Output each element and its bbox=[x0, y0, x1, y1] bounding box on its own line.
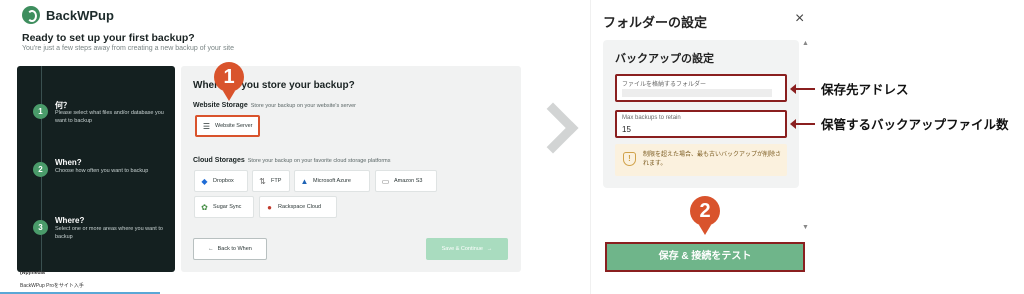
step-title: When? bbox=[55, 158, 82, 167]
warning-text: 制限を超えた場合、最も古いバックアップが削除されます。 bbox=[643, 152, 782, 167]
cloud-storage-label: Cloud Storages Store your backup on your … bbox=[193, 157, 391, 164]
ftp-icon: ⇅ bbox=[259, 176, 266, 186]
chevron-right-icon bbox=[527, 102, 579, 154]
provider-label: FTP bbox=[271, 178, 282, 184]
folder-field-label: ファイルを格納するフォルダー bbox=[622, 82, 707, 88]
back-label: Back to When bbox=[217, 246, 252, 252]
step-badge-2: 2 bbox=[690, 196, 720, 226]
dropbox-icon: ◆ bbox=[201, 176, 208, 186]
step-badge-1: 1 bbox=[214, 62, 244, 92]
arrow-left-icon bbox=[790, 118, 815, 129]
backup-settings-panel: バックアップの設定 ファイルを格納するフォルダー Max backups to … bbox=[603, 40, 799, 188]
amazon-s3-icon: ▭ bbox=[381, 176, 390, 186]
folder-field-value[interactable] bbox=[622, 89, 772, 97]
wpmedia-logo: (wp)media bbox=[20, 270, 45, 276]
annotation-max-text: 保管するバックアップファイル数 bbox=[821, 118, 1009, 132]
max-backups-field[interactable]: Max backups to retain 15 bbox=[615, 110, 787, 138]
scroll-up-icon[interactable]: ▲ bbox=[802, 40, 809, 47]
step-description: Select one or more areas where you want … bbox=[55, 226, 163, 240]
folder-field[interactable]: ファイルを格納するフォルダー bbox=[615, 74, 787, 102]
annotation-folder: 保存先アドレス bbox=[790, 79, 909, 98]
azure-button[interactable]: ▲ Microsoft Azure bbox=[294, 170, 370, 192]
back-to-when-button[interactable]: ← Back to When bbox=[193, 238, 267, 260]
rackspace-button[interactable]: ● Rackspace Cloud bbox=[259, 196, 337, 218]
arrow-left-icon bbox=[790, 83, 815, 94]
cloud-storage-heading: Cloud Storages bbox=[193, 157, 245, 164]
website-storage-heading: Website Storage bbox=[193, 102, 248, 109]
step-number: 3 bbox=[33, 220, 48, 235]
provider-label: Microsoft Azure bbox=[313, 178, 351, 184]
sugarsync-icon: ✿ bbox=[201, 202, 208, 212]
rackspace-icon: ● bbox=[267, 202, 272, 212]
arrow-left-icon: ← bbox=[208, 246, 214, 252]
ftp-button[interactable]: ⇅ FTP bbox=[252, 170, 290, 192]
dropbox-button[interactable]: ◆ Dropbox bbox=[194, 170, 248, 192]
sugarsync-button[interactable]: ✿ Sugar Sync bbox=[194, 196, 254, 218]
cloud-storage-note: Store your backup on your favorite cloud… bbox=[247, 158, 391, 164]
website-storage-label: Website Storage Store your backup on your… bbox=[193, 102, 356, 109]
save-label: Save & Continue bbox=[441, 246, 483, 252]
badge-pointer bbox=[223, 91, 235, 101]
shield-warning-icon: ! bbox=[623, 152, 636, 166]
backwpup-logo-icon bbox=[22, 6, 40, 24]
brand: BackWPup bbox=[22, 6, 114, 24]
provider-label: Sugar Sync bbox=[213, 204, 242, 210]
scroll-down-icon[interactable]: ▼ bbox=[802, 224, 809, 231]
brand-name: BackWPup bbox=[46, 7, 114, 23]
save-continue-button[interactable]: Save & Continue → bbox=[426, 238, 508, 260]
step-title: Where? bbox=[55, 216, 85, 225]
backup-settings-title: バックアップの設定 bbox=[615, 53, 714, 65]
warning-notice: ! 制限を超えた場合、最も古いバックアップが削除されます。 bbox=[615, 144, 787, 176]
provider-label: Rackspace Cloud bbox=[278, 204, 322, 210]
website-storage-note: Store your backup on your website's serv… bbox=[250, 103, 357, 109]
website-server-label: Website Server bbox=[215, 123, 253, 129]
setup-heading: Ready to set up your first backup? bbox=[22, 32, 195, 44]
step-description: Choose how often you want to backup bbox=[55, 168, 149, 174]
server-icon: ☰ bbox=[202, 121, 211, 131]
badge-pointer bbox=[699, 225, 711, 235]
step-description: Please select what files and/or database… bbox=[55, 110, 164, 124]
close-icon[interactable]: × bbox=[795, 10, 804, 28]
annotation-max: 保管するバックアップファイル数 bbox=[790, 114, 1009, 133]
step-number: 1 bbox=[33, 104, 48, 119]
provider-label: Amazon S3 bbox=[394, 178, 423, 184]
dialog-title: フォルダーの設定 bbox=[603, 15, 708, 30]
steps-panel: 1 何？ Please select what files and/or dat… bbox=[17, 66, 175, 272]
step-number: 2 bbox=[33, 162, 48, 177]
max-backups-value[interactable]: 15 bbox=[622, 125, 631, 134]
folder-settings-dialog: フォルダーの設定 × バックアップの設定 ファイルを格納するフォルダー Max … bbox=[590, 0, 818, 294]
arrow-right-icon: → bbox=[486, 246, 493, 252]
max-backups-label: Max backups to retain bbox=[622, 115, 681, 121]
azure-icon: ▲ bbox=[300, 176, 309, 186]
save-test-connection-button[interactable]: 保存 & 接続をテスト bbox=[605, 242, 805, 272]
setup-subheading: You're just a few steps away from creati… bbox=[22, 45, 234, 52]
provider-label: Dropbox bbox=[213, 178, 234, 184]
annotation-folder-text: 保存先アドレス bbox=[821, 83, 909, 97]
website-server-button[interactable]: ☰ Website Server bbox=[195, 115, 260, 137]
footer-note[interactable]: BackWPup Proをサイト入手 bbox=[20, 282, 84, 289]
amazon-s3-button[interactable]: ▭ Amazon S3 bbox=[375, 170, 437, 192]
